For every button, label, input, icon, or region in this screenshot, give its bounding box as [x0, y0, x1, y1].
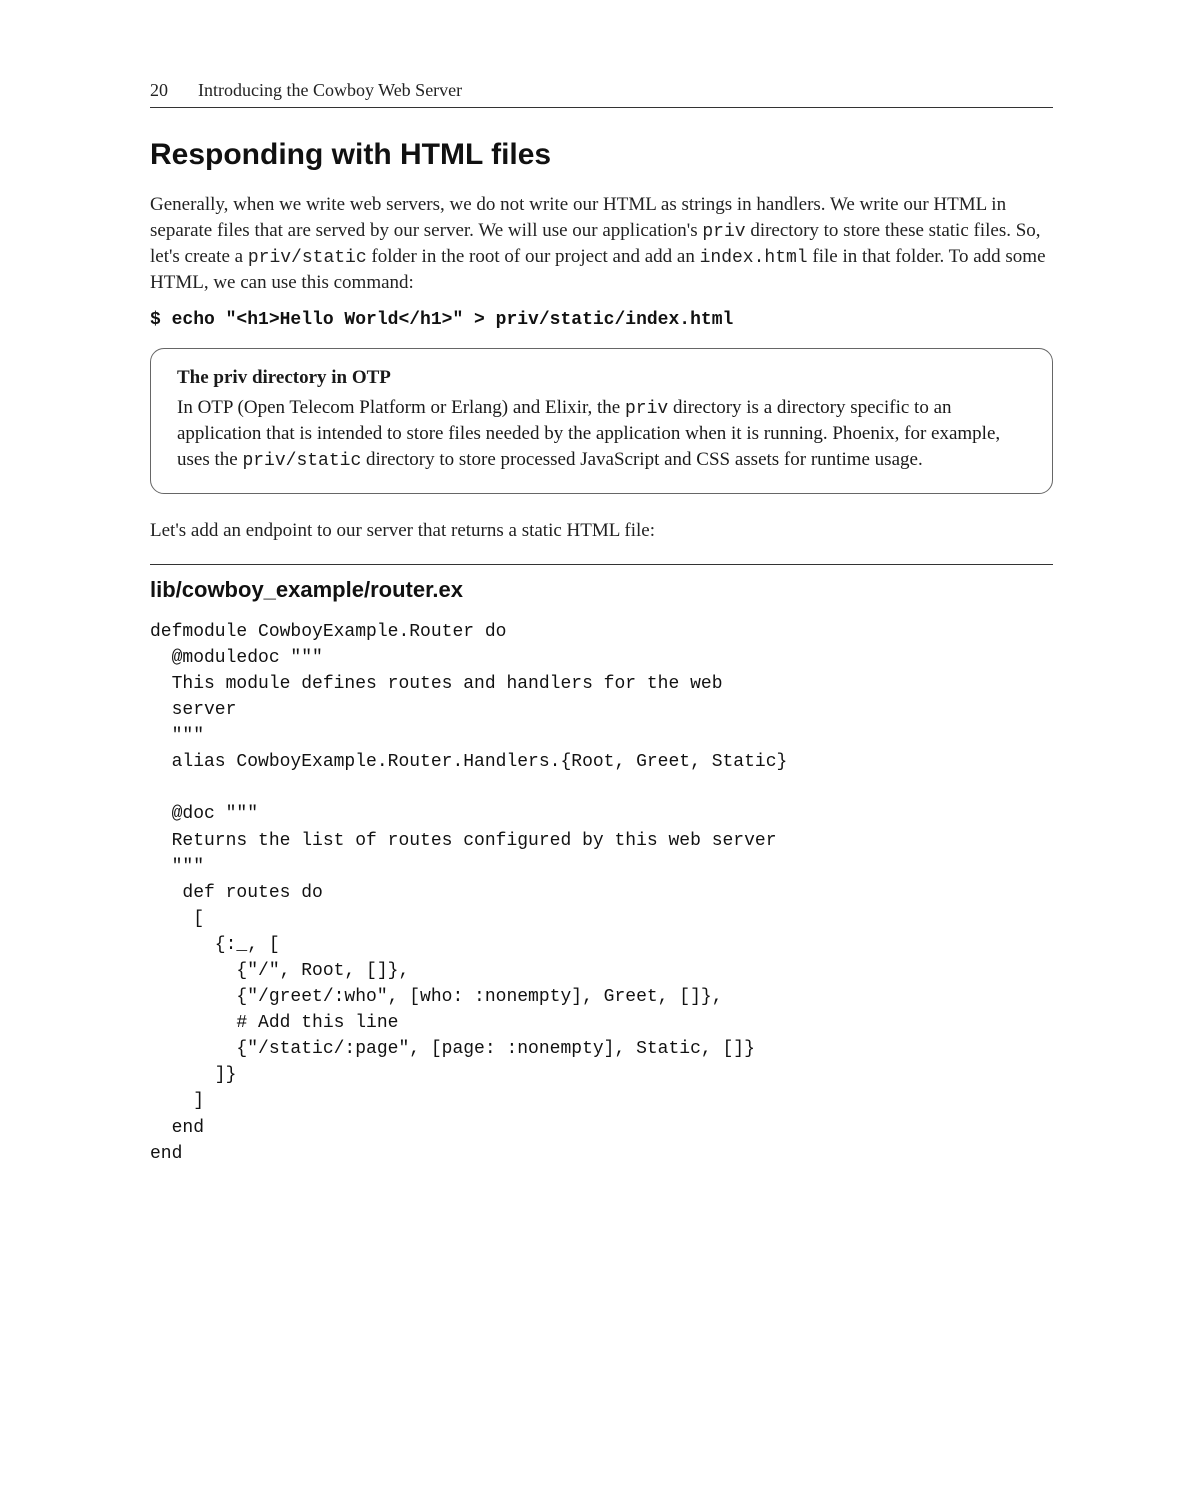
- header-rule: [150, 107, 1053, 108]
- text: In OTP (Open Telecom Platform or Erlang)…: [177, 397, 625, 418]
- paragraph-1: Generally, when we write web servers, we…: [150, 192, 1053, 296]
- text: directory to store processed JavaScript …: [361, 449, 922, 470]
- paragraph-2: Let's add an endpoint to our server that…: [150, 518, 1053, 544]
- code-listing: defmodule CowboyExample.Router do @modul…: [150, 619, 1053, 1167]
- page-number: 20: [150, 80, 168, 101]
- text: folder in the root of our project and ad…: [367, 246, 700, 267]
- running-header: Introducing the Cowboy Web Server: [198, 80, 462, 101]
- note-title: The priv directory in OTP: [177, 367, 1026, 389]
- note-box: The priv directory in OTP In OTP (Open T…: [150, 348, 1053, 494]
- file-rule: [150, 564, 1053, 565]
- file-heading: lib/cowboy_example/router.ex: [150, 577, 1053, 603]
- section-heading: Responding with HTML files: [150, 138, 1053, 172]
- inline-code: priv/static: [248, 248, 367, 268]
- note-body: In OTP (Open Telecom Platform or Erlang)…: [177, 395, 1026, 473]
- inline-code: priv/static: [242, 451, 361, 471]
- inline-code: priv: [625, 399, 668, 419]
- inline-code: index.html: [700, 248, 808, 268]
- inline-code: priv: [702, 222, 745, 242]
- shell-command: $ echo "<h1>Hello World</h1>" > priv/sta…: [150, 310, 1053, 330]
